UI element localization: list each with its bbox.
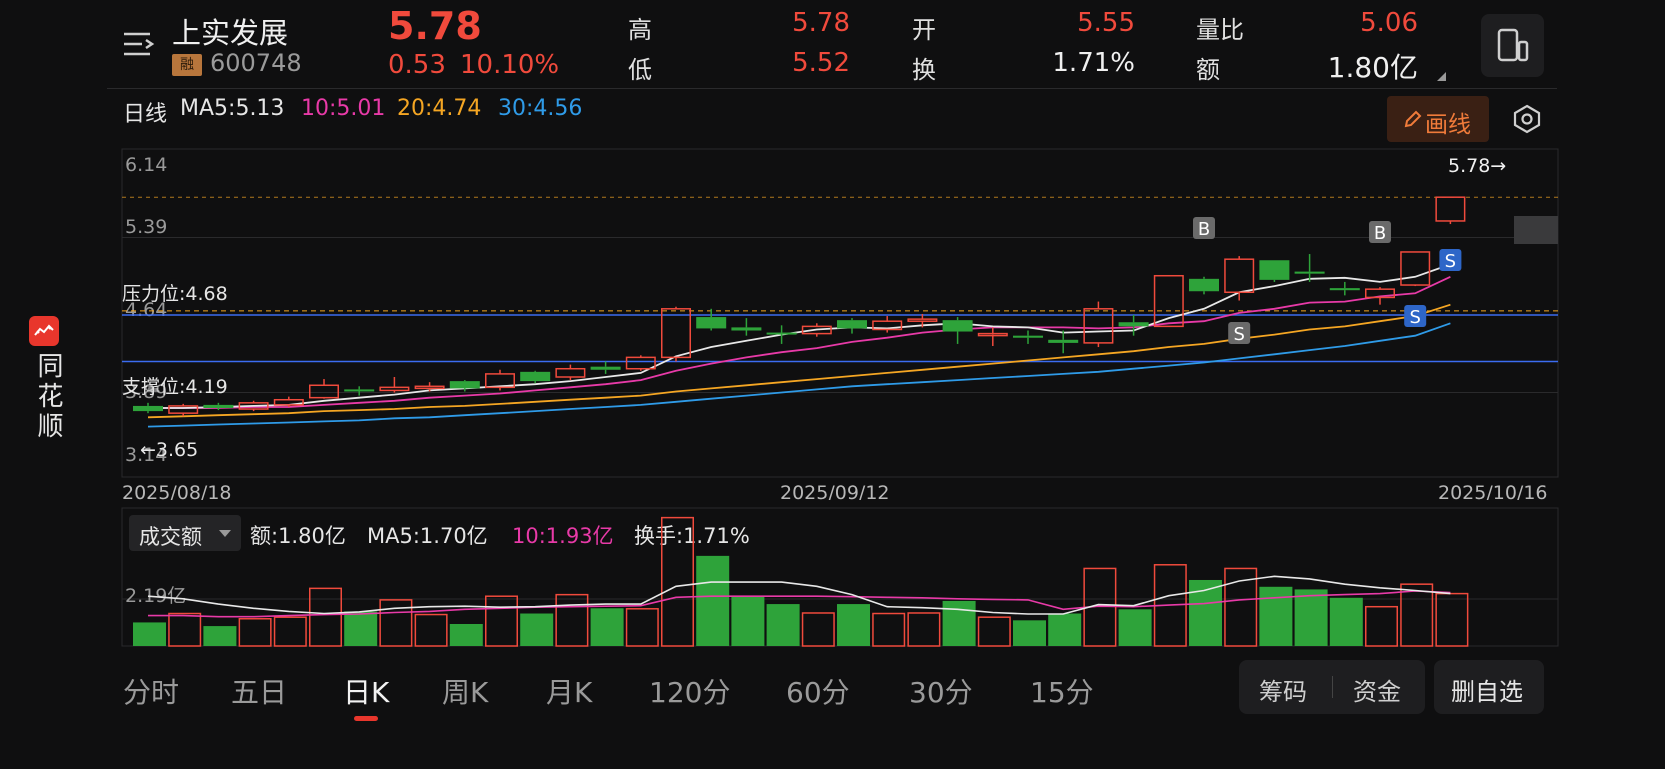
volume-bar <box>449 623 483 646</box>
tab-120-min[interactable]: 120分 <box>649 671 730 711</box>
volume-bar <box>977 616 1011 647</box>
tab-daily-k[interactable]: 日K <box>343 671 389 711</box>
tab-monthly-k[interactable]: 月K <box>546 671 592 711</box>
tab-intraday[interactable]: 分时 <box>123 671 179 711</box>
funds-button[interactable]: 资金 <box>1353 672 1401 707</box>
volume-bar <box>1259 586 1293 646</box>
tab-60-min[interactable]: 60分 <box>786 671 850 711</box>
volume-bar <box>555 593 589 647</box>
volume-bar <box>379 599 413 647</box>
volume-bar <box>1435 592 1469 647</box>
volume-bar <box>344 611 378 646</box>
tab-30-min[interactable]: 30分 <box>909 671 973 711</box>
volume-bar <box>907 612 941 647</box>
volume-bar <box>1118 609 1152 646</box>
volume-bar <box>203 626 237 646</box>
volume-bar <box>872 612 906 647</box>
volume-bar <box>837 604 870 646</box>
tab-weekly-k[interactable]: 周K <box>442 671 488 711</box>
volume-bar <box>168 612 202 647</box>
volume-bar <box>485 595 518 647</box>
volume-bar <box>696 555 730 646</box>
volume-bar <box>1365 605 1398 647</box>
remove-watchlist-label: 删自选 <box>1451 678 1523 706</box>
chips-funds-group: 筹码 资金 <box>1239 660 1425 714</box>
volume-bar <box>520 613 554 646</box>
volume-bar <box>238 618 272 647</box>
volume-bar <box>1048 613 1082 646</box>
volume-chart[interactable]: 2.19亿 <box>0 0 1665 660</box>
volume-bar <box>625 608 659 647</box>
tab-15-min[interactable]: 15分 <box>1030 671 1094 711</box>
volume-bar <box>766 604 800 646</box>
tab-five-day[interactable]: 五日 <box>231 671 287 711</box>
volume-bar <box>801 612 835 647</box>
volume-bar <box>661 516 694 647</box>
volume-bar <box>273 616 307 647</box>
volume-bar <box>309 587 342 647</box>
volume-bar <box>1400 583 1434 647</box>
volume-bar <box>1013 620 1046 646</box>
volume-bar <box>414 613 448 647</box>
volume-bar <box>133 622 166 646</box>
volume-bar <box>731 596 765 646</box>
volume-bar <box>1329 597 1363 646</box>
active-tab-indicator <box>354 716 378 721</box>
chips-button[interactable]: 筹码 <box>1259 672 1307 707</box>
remove-watchlist-button[interactable]: 删自选 <box>1434 660 1544 714</box>
button-divider <box>1332 676 1333 698</box>
volume-bar <box>1294 589 1328 646</box>
volume-bar <box>590 608 624 646</box>
volume-bar <box>942 600 976 646</box>
